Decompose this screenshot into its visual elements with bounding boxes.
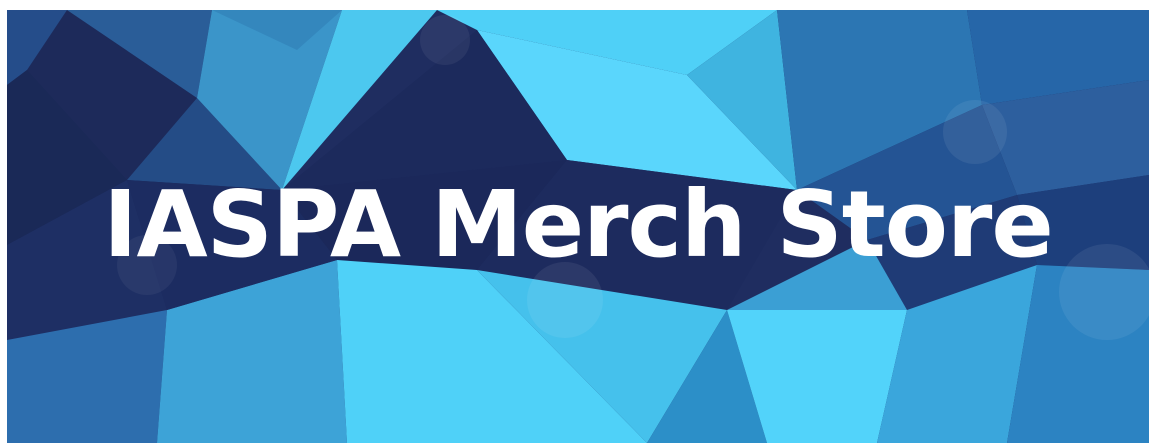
banner: IASPA Merch Store	[7, 10, 1149, 443]
page-title: IASPA Merch Store	[103, 171, 1054, 278]
